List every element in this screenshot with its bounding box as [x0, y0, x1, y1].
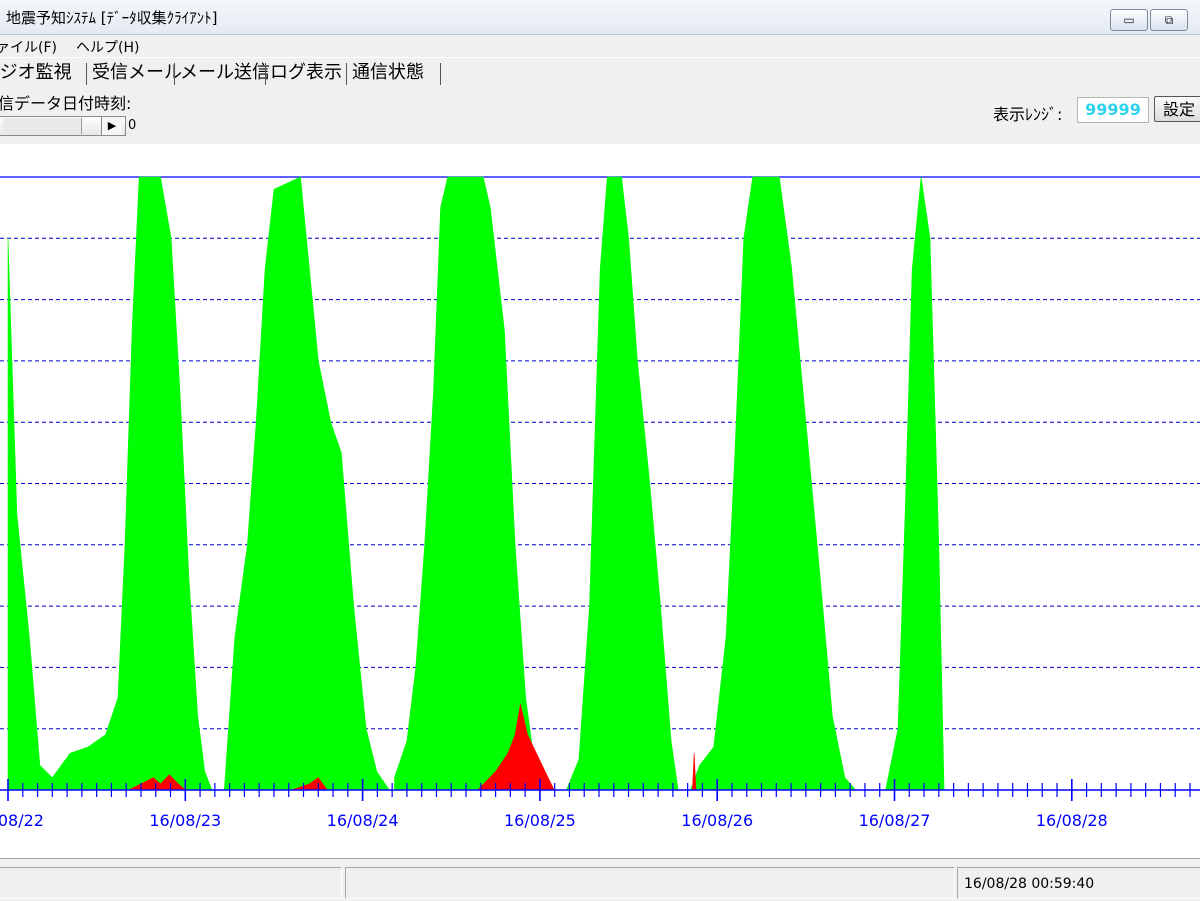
tab-connection-status[interactable]: 通信状態: [352, 60, 424, 86]
date-scrollbar[interactable]: ▶: [0, 116, 126, 136]
tab-strip: ラジオ監視 受信メール メール送信 ログ表示 通信状態: [0, 58, 1200, 88]
controls-panel: 受信データ日付時刻: ▶ 0 表示ﾚﾝｼﾞ: 99999 設定: [0, 88, 1200, 144]
scroll-value: 0: [128, 118, 137, 133]
radio-monitor-chart: 16/08/22 16/08/23 16/08/24 16/08/25 16/08/26…: [0, 145, 1200, 857]
chart-signal-area: [7, 176, 945, 791]
tab-send-mail[interactable]: メール送信: [180, 60, 270, 86]
chart-x-tick-label: 16/08/24: [327, 811, 399, 830]
scroll-thumb[interactable]: [3, 118, 82, 134]
status-datetime: 16/08/28 00:59:40: [964, 876, 1095, 892]
arrow-right-icon: ▶: [107, 119, 117, 132]
chart-svg: 16/08/22 16/08/23 16/08/24 16/08/25 16/08/26…: [0, 176, 1200, 830]
menu-help[interactable]: ヘルプ(H): [76, 37, 139, 57]
tab-divider: [265, 63, 266, 85]
status-panel-datetime: 16/08/28 00:59:40: [957, 867, 1200, 899]
restore-icon: ⧉: [1164, 13, 1174, 27]
tab-divider: [86, 63, 87, 85]
window-title: 地震予知ｼｽﾃﾑ [ﾃﾞｰﾀ収集ｸﾗｲｱﾝﾄ]: [6, 9, 218, 27]
chart-x-tick-label: 16/08/25: [504, 811, 576, 830]
title-bar: 地震予知ｼｽﾃﾑ [ﾃﾞｰﾀ収集ｸﾗｲｱﾝﾄ] ▭ ⧉: [0, 0, 1200, 35]
chart-x-tick-label: 16/08/22: [0, 811, 44, 830]
tab-divider: [440, 63, 441, 85]
chart-x-tick-label: 16/08/27: [859, 811, 931, 830]
tab-divider: [346, 63, 347, 85]
status-panel-2: [345, 867, 955, 899]
scroll-right-button[interactable]: ▶: [101, 117, 122, 135]
minimize-icon: ▭: [1123, 13, 1135, 27]
tab-log-view[interactable]: ログ表示: [270, 60, 342, 86]
set-button[interactable]: 設定: [1154, 96, 1200, 122]
tab-radio-monitor[interactable]: ラジオ監視: [0, 60, 72, 86]
menu-file[interactable]: ファイル(F): [0, 37, 57, 57]
chart-x-tick-label: 16/08/26: [681, 811, 753, 830]
restore-button[interactable]: ⧉: [1150, 9, 1188, 31]
chart-x-tick-label: 16/08/28: [1036, 811, 1108, 830]
received-date-label: 受信データ日付時刻:: [0, 94, 132, 113]
tab-divider: [174, 63, 175, 85]
display-range-label: 表示ﾚﾝｼﾞ:: [993, 105, 1063, 124]
minimize-button[interactable]: ▭: [1110, 9, 1148, 31]
status-bar: 16/08/28 00:59:40: [0, 858, 1200, 901]
tab-received-mail[interactable]: 受信メール: [92, 60, 182, 86]
chart-x-tick-label: 16/08/23: [149, 811, 221, 830]
display-range-input[interactable]: 99999: [1077, 97, 1149, 123]
status-panel-1: [0, 867, 342, 899]
menu-bar: ファイル(F) ヘルプ(H): [0, 35, 1200, 57]
